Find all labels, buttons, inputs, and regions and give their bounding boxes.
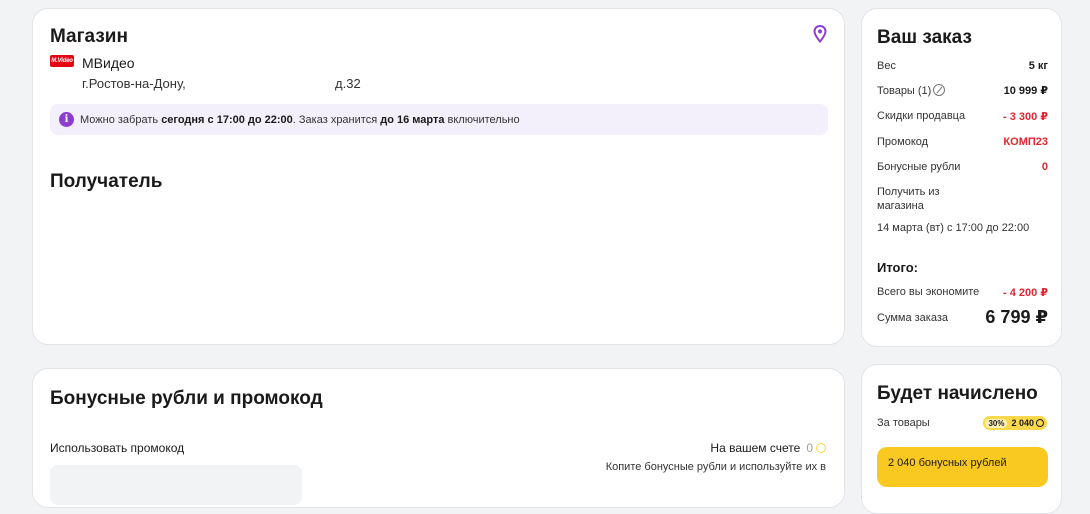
pickup-info-prefix: Можно забрать: [80, 113, 159, 126]
promo-label: Промокод: [877, 136, 929, 148]
bonus-rub-row: Бонусные рубли 0: [877, 161, 1048, 173]
savings-value: - 4 200 ₽: [1003, 287, 1048, 299]
sum-row: Сумма заказа 6 799 ₽: [877, 307, 1048, 328]
pickup-info-middle: . Заказ хранится: [292, 113, 378, 126]
weight-label: Вес: [877, 60, 896, 72]
sum-label: Сумма заказа: [877, 311, 948, 324]
recipient-title: Получатель: [50, 171, 163, 192]
store-card: Магазин M.Video МВидео г.Ростов-на-Дону,…: [32, 8, 845, 345]
balance-label: На вашем счете: [710, 441, 801, 455]
accrual-badge: 30% 2 040: [983, 416, 1047, 430]
discount-row: Скидки продавца - 3 300 ₽: [877, 110, 1048, 123]
accrual-percent: 30%: [985, 418, 1008, 428]
bonus-rub-label: Бонусные рубли: [877, 161, 961, 173]
order-title: Ваш заказ: [877, 27, 972, 48]
savings-row: Всего вы экономите - 4 200 ₽: [877, 286, 1048, 299]
items-label: Товары (1): [877, 85, 932, 97]
items-row: Товары (1) 10 999 ₽: [877, 84, 1048, 97]
promo-input[interactable]: [50, 465, 302, 505]
accrual-row: За товары 30% 2 040: [877, 416, 1047, 430]
weight-value: 5 кг: [1028, 60, 1048, 72]
bonus-rub-value: 0: [1041, 161, 1048, 173]
mvideo-logo: M.Video: [50, 55, 74, 67]
address-house: д.32: [335, 76, 361, 91]
savings-label: Всего вы экономите: [877, 286, 980, 298]
address-city: г.Ростов-на-Дону,: [82, 76, 186, 91]
info-icon: i: [59, 112, 74, 127]
coin-icon: [816, 443, 826, 453]
coin-icon: [1036, 419, 1044, 427]
weight-row: Вес 5 кг: [877, 60, 1048, 72]
pickup-info-bar: i Можно забрать сегодня с 17:00 до 22:00…: [50, 104, 828, 135]
items-label-wrap: Товары (1): [877, 84, 946, 97]
pickup-info-text: Можно забрать сегодня с 17:00 до 22:00. …: [80, 114, 520, 126]
store-title: Магазин: [50, 26, 128, 47]
total-title: Итого:: [877, 260, 918, 275]
accrual-label: За товары: [877, 417, 930, 429]
discount-value: - 3 300 ₽: [1003, 111, 1048, 123]
store-name: МВидео: [82, 55, 135, 71]
pickup-time: 14 марта (вт) с 17:00 до 22:00: [877, 222, 1030, 234]
bonus-title: Бонусные рубли и промокод: [50, 388, 323, 409]
store-address: г.Ростов-на-Дону, д.32: [82, 76, 361, 92]
bonus-balance: На вашем счете 0: [710, 441, 826, 455]
accrual-bonus-button[interactable]: 2 040 бонусных рублей: [877, 447, 1048, 487]
promo-value: КОМП23: [1003, 136, 1048, 148]
bonus-hint: Копите бонусные рубли и используйте их в: [605, 461, 826, 473]
pickup-info-time: сегодня с 17:00 до 22:00: [161, 113, 293, 126]
pickup-info-until: до 16 марта: [380, 113, 445, 126]
pickup-label: Получить из магазина: [877, 186, 940, 212]
map-pin-icon[interactable]: [813, 25, 827, 43]
pickup-info-suffix: включительно: [447, 113, 520, 126]
accrual-title: Будет начислено: [877, 383, 1038, 404]
accrual-card: Будет начислено За товары 30% 2 040 2 04…: [861, 364, 1062, 514]
accrual-amount: 2 040: [1011, 418, 1034, 428]
items-value: 10 999 ₽: [1003, 85, 1048, 97]
sum-value: 6 799 ₽: [985, 307, 1048, 327]
address-redacted: [189, 78, 327, 92]
order-summary-card: Ваш заказ Вес 5 кг Товары (1) 10 999 ₽ С…: [861, 8, 1062, 347]
use-promo-label: Использовать промокод: [50, 441, 185, 455]
promo-row: Промокод КОМП23: [877, 136, 1048, 148]
bonus-card: Бонусные рубли и промокод Использовать п…: [32, 368, 845, 508]
balance-value: 0: [806, 441, 813, 455]
items-info-icon[interactable]: [933, 84, 946, 96]
discount-label: Скидки продавца: [877, 110, 966, 122]
